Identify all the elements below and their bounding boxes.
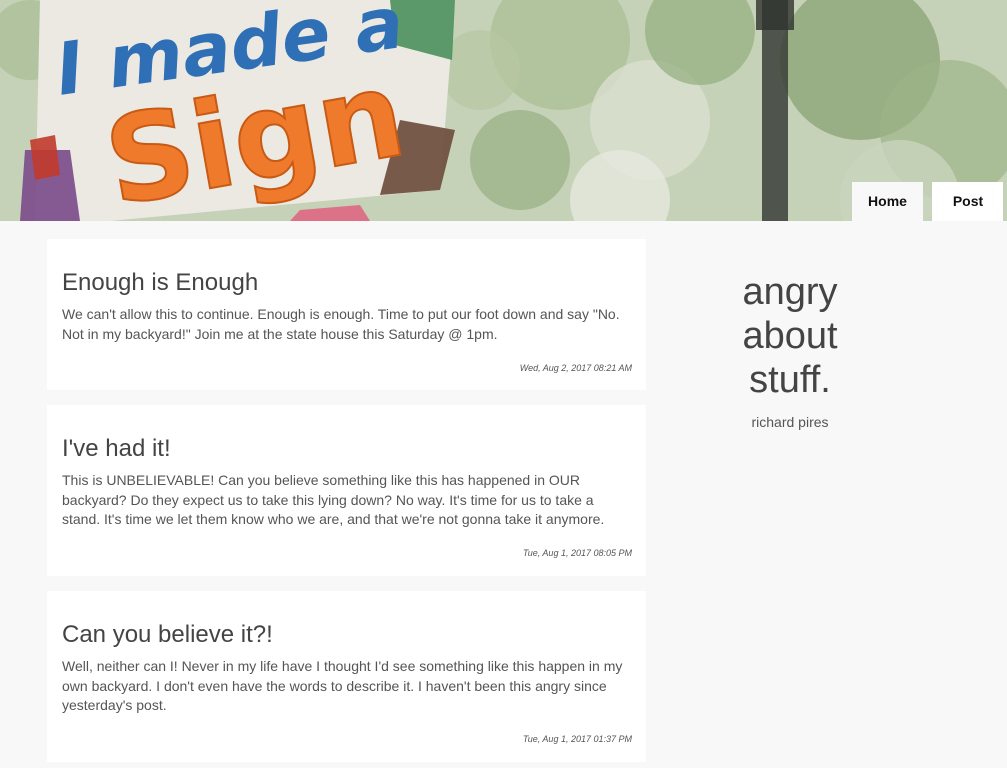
blog-title-line: angry (742, 271, 838, 313)
nav-tab-post[interactable]: Post (932, 182, 1003, 221)
post-title[interactable]: Can you believe it?! (62, 591, 632, 649)
post-timestamp: Tue, Aug 1, 2017 01:37 PM (522, 734, 632, 744)
post-timestamp: Tue, Aug 1, 2017 08:05 PM (522, 548, 632, 558)
top-nav: Home Post (852, 182, 1003, 221)
post-body: Well, neither can I! Never in my life ha… (62, 658, 623, 714)
post-list: Enough is Enough We can't allow this to … (47, 239, 646, 768)
post-title[interactable]: I've had it! (62, 405, 632, 463)
post-title[interactable]: Enough is Enough (62, 239, 632, 297)
blog-title-line: stuff. (749, 359, 831, 401)
post-card: I've had it! This is UNBELIEVABLE! Can y… (47, 405, 646, 576)
post-body: We can't allow this to continue. Enough … (62, 306, 620, 342)
post-card: Enough is Enough We can't allow this to … (47, 239, 646, 390)
blog-title: angry about stuff. (680, 270, 900, 402)
post-body: This is UNBELIEVABLE! Can you believe so… (62, 472, 605, 528)
author-name: richard pires (751, 414, 829, 430)
blog-title-line: about (742, 315, 838, 357)
post-card: Can you believe it?! Well, neither can I… (47, 591, 646, 762)
page: I made a Sign Home Post Enough is Enough… (0, 0, 1007, 768)
post-timestamp: Wed, Aug 2, 2017 08:21 AM (519, 363, 632, 373)
header-banner-image: I made a Sign Home Post (0, 0, 1007, 221)
nav-tab-home[interactable]: Home (852, 182, 923, 221)
sidebar: angry about stuff. richard pires (680, 270, 900, 430)
